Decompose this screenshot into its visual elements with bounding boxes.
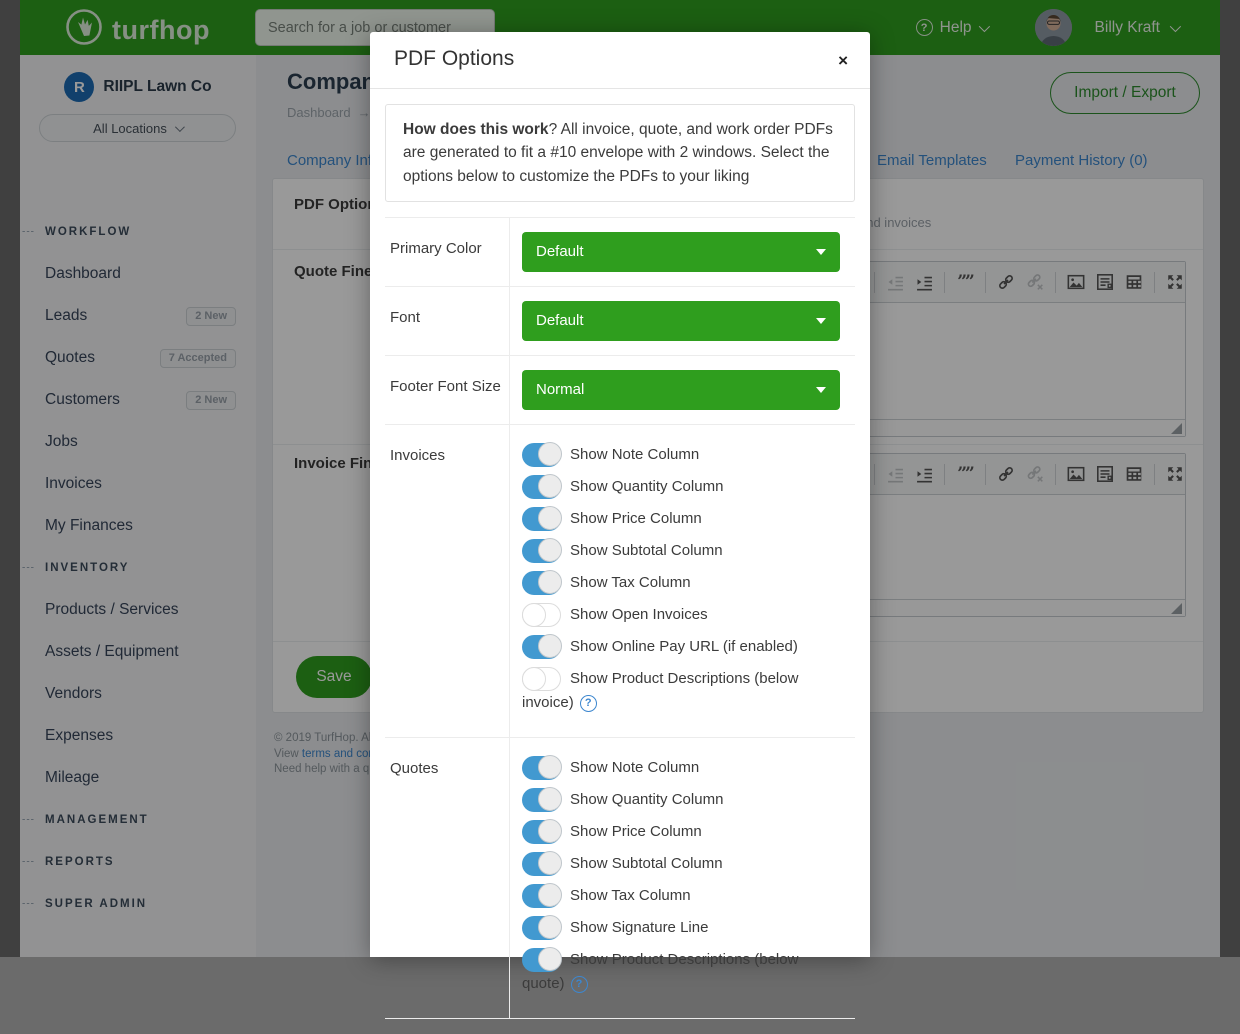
option-row-label: Font xyxy=(385,287,510,355)
toggle-knob xyxy=(538,947,562,971)
pdf-options-modal: PDF Options × How does this work? All in… xyxy=(370,32,870,957)
toggle-option: Show Subtotal Column xyxy=(522,852,841,876)
toggle-option: Show Quantity Column xyxy=(522,788,841,812)
toggle-option: Show Signature Line xyxy=(522,916,841,940)
modal-body: How does this work? All invoice, quote, … xyxy=(370,89,870,1034)
toggle-option: Show Price Column xyxy=(522,820,841,844)
toggle-label: Show Subtotal Column xyxy=(570,855,723,872)
toggle-option: Show Online Pay URL (if enabled) xyxy=(522,635,841,659)
option-row-label: Invoices xyxy=(385,425,510,737)
toggle-option: Show Subtotal Column xyxy=(522,539,841,563)
toggle-label: Show Signature Line xyxy=(570,919,708,936)
caret-down-icon xyxy=(816,318,826,324)
toggle-knob xyxy=(522,667,546,691)
toggle-option: Show Price Column xyxy=(522,507,841,531)
caret-down-icon xyxy=(816,387,826,393)
modal-intro: How does this work? All invoice, quote, … xyxy=(385,104,855,202)
modal-row-font: Font Default xyxy=(385,287,855,356)
toggle-label: Show Open Invoices xyxy=(570,606,708,623)
toggle-show-product-descriptions-below-invoice[interactable] xyxy=(522,667,561,691)
toggle-show-note-column[interactable] xyxy=(522,756,561,780)
modal-header: PDF Options × xyxy=(370,32,870,89)
modal-row-quotes: Quotes Show Note Column Show Quantity Colu… xyxy=(385,738,855,1019)
toggle-knob xyxy=(538,538,562,562)
toggle-knob xyxy=(538,787,562,811)
toggle-label: Show Note Column xyxy=(570,446,699,463)
toggle-show-tax-column[interactable] xyxy=(522,884,561,908)
toggle-label: Show Subtotal Column xyxy=(570,542,723,559)
modal-options-table: Primary Color Default Font Default Footer Fo… xyxy=(385,217,855,1019)
modal-title: PDF Options xyxy=(394,47,514,71)
toggle-option: Show Note Column xyxy=(522,443,841,467)
toggle-show-subtotal-column[interactable] xyxy=(522,539,561,563)
toggle-label: Show Price Column xyxy=(570,510,702,527)
modal-row-footer-font-size: Footer Font Size Normal xyxy=(385,356,855,425)
toggle-show-open-invoices[interactable] xyxy=(522,603,561,627)
toggle-label: Show Tax Column xyxy=(570,887,691,904)
caret-down-icon xyxy=(816,249,826,255)
select-value: Default xyxy=(536,312,584,329)
option-row-label: Primary Color xyxy=(385,218,510,286)
option-row-label: Footer Font Size xyxy=(385,356,510,424)
toggle-label: Show Note Column xyxy=(570,759,699,776)
toggle-option: Show Quantity Column xyxy=(522,475,841,499)
toggle-knob xyxy=(538,474,562,498)
modal-intro-bold: How does this work xyxy=(403,121,549,138)
toggle-knob xyxy=(538,915,562,939)
toggle-show-product-descriptions-below-quote[interactable] xyxy=(522,948,561,972)
toggle-show-subtotal-column[interactable] xyxy=(522,852,561,876)
toggle-show-quantity-column[interactable] xyxy=(522,475,561,499)
toggle-knob xyxy=(522,603,546,627)
toggle-show-online-pay-url-if-enabled[interactable] xyxy=(522,635,561,659)
select-value: Default xyxy=(536,243,584,260)
toggle-option: Show Product Descriptions (below invoice… xyxy=(522,667,841,715)
footer-font-size-select[interactable]: Normal xyxy=(522,370,840,410)
font-select[interactable]: Default xyxy=(522,301,840,341)
toggle-option: Show Open Invoices xyxy=(522,603,841,627)
toggle-show-price-column[interactable] xyxy=(522,820,561,844)
toggle-option: Show Tax Column xyxy=(522,571,841,595)
option-row-label: Quotes xyxy=(385,738,510,1018)
toggle-knob xyxy=(538,634,562,658)
modal-row-primary-color: Primary Color Default xyxy=(385,218,855,287)
toggle-show-note-column[interactable] xyxy=(522,443,561,467)
toggle-knob xyxy=(538,442,562,466)
toggle-show-quantity-column[interactable] xyxy=(522,788,561,812)
toggle-option: Show Product Descriptions (below quote)? xyxy=(522,948,841,996)
toggle-label: Show Product Descriptions (below quote) xyxy=(522,951,798,992)
toggle-label: Show Product Descriptions (below invoice… xyxy=(522,670,798,711)
help-tooltip-icon[interactable]: ? xyxy=(580,695,597,712)
toggle-knob xyxy=(538,819,562,843)
toggle-knob xyxy=(538,851,562,875)
select-value: Normal xyxy=(536,381,584,398)
toggle-label: Show Quantity Column xyxy=(570,478,723,495)
toggle-option: Show Note Column xyxy=(522,756,841,780)
toggle-knob xyxy=(538,883,562,907)
toggle-knob xyxy=(538,506,562,530)
close-icon[interactable]: × xyxy=(838,52,848,69)
toggle-label: Show Quantity Column xyxy=(570,791,723,808)
toggle-knob xyxy=(538,570,562,594)
toggle-show-signature-line[interactable] xyxy=(522,916,561,940)
toggle-show-tax-column[interactable] xyxy=(522,571,561,595)
primary-color-select[interactable]: Default xyxy=(522,232,840,272)
toggle-label: Show Online Pay URL (if enabled) xyxy=(570,638,798,655)
help-tooltip-icon[interactable]: ? xyxy=(571,976,588,993)
modal-row-invoices: Invoices Show Note Column Show Quantity Co… xyxy=(385,425,855,738)
toggle-label: Show Price Column xyxy=(570,823,702,840)
toggle-label: Show Tax Column xyxy=(570,574,691,591)
toggle-knob xyxy=(538,755,562,779)
toggle-option: Show Tax Column xyxy=(522,884,841,908)
toggle-show-price-column[interactable] xyxy=(522,507,561,531)
